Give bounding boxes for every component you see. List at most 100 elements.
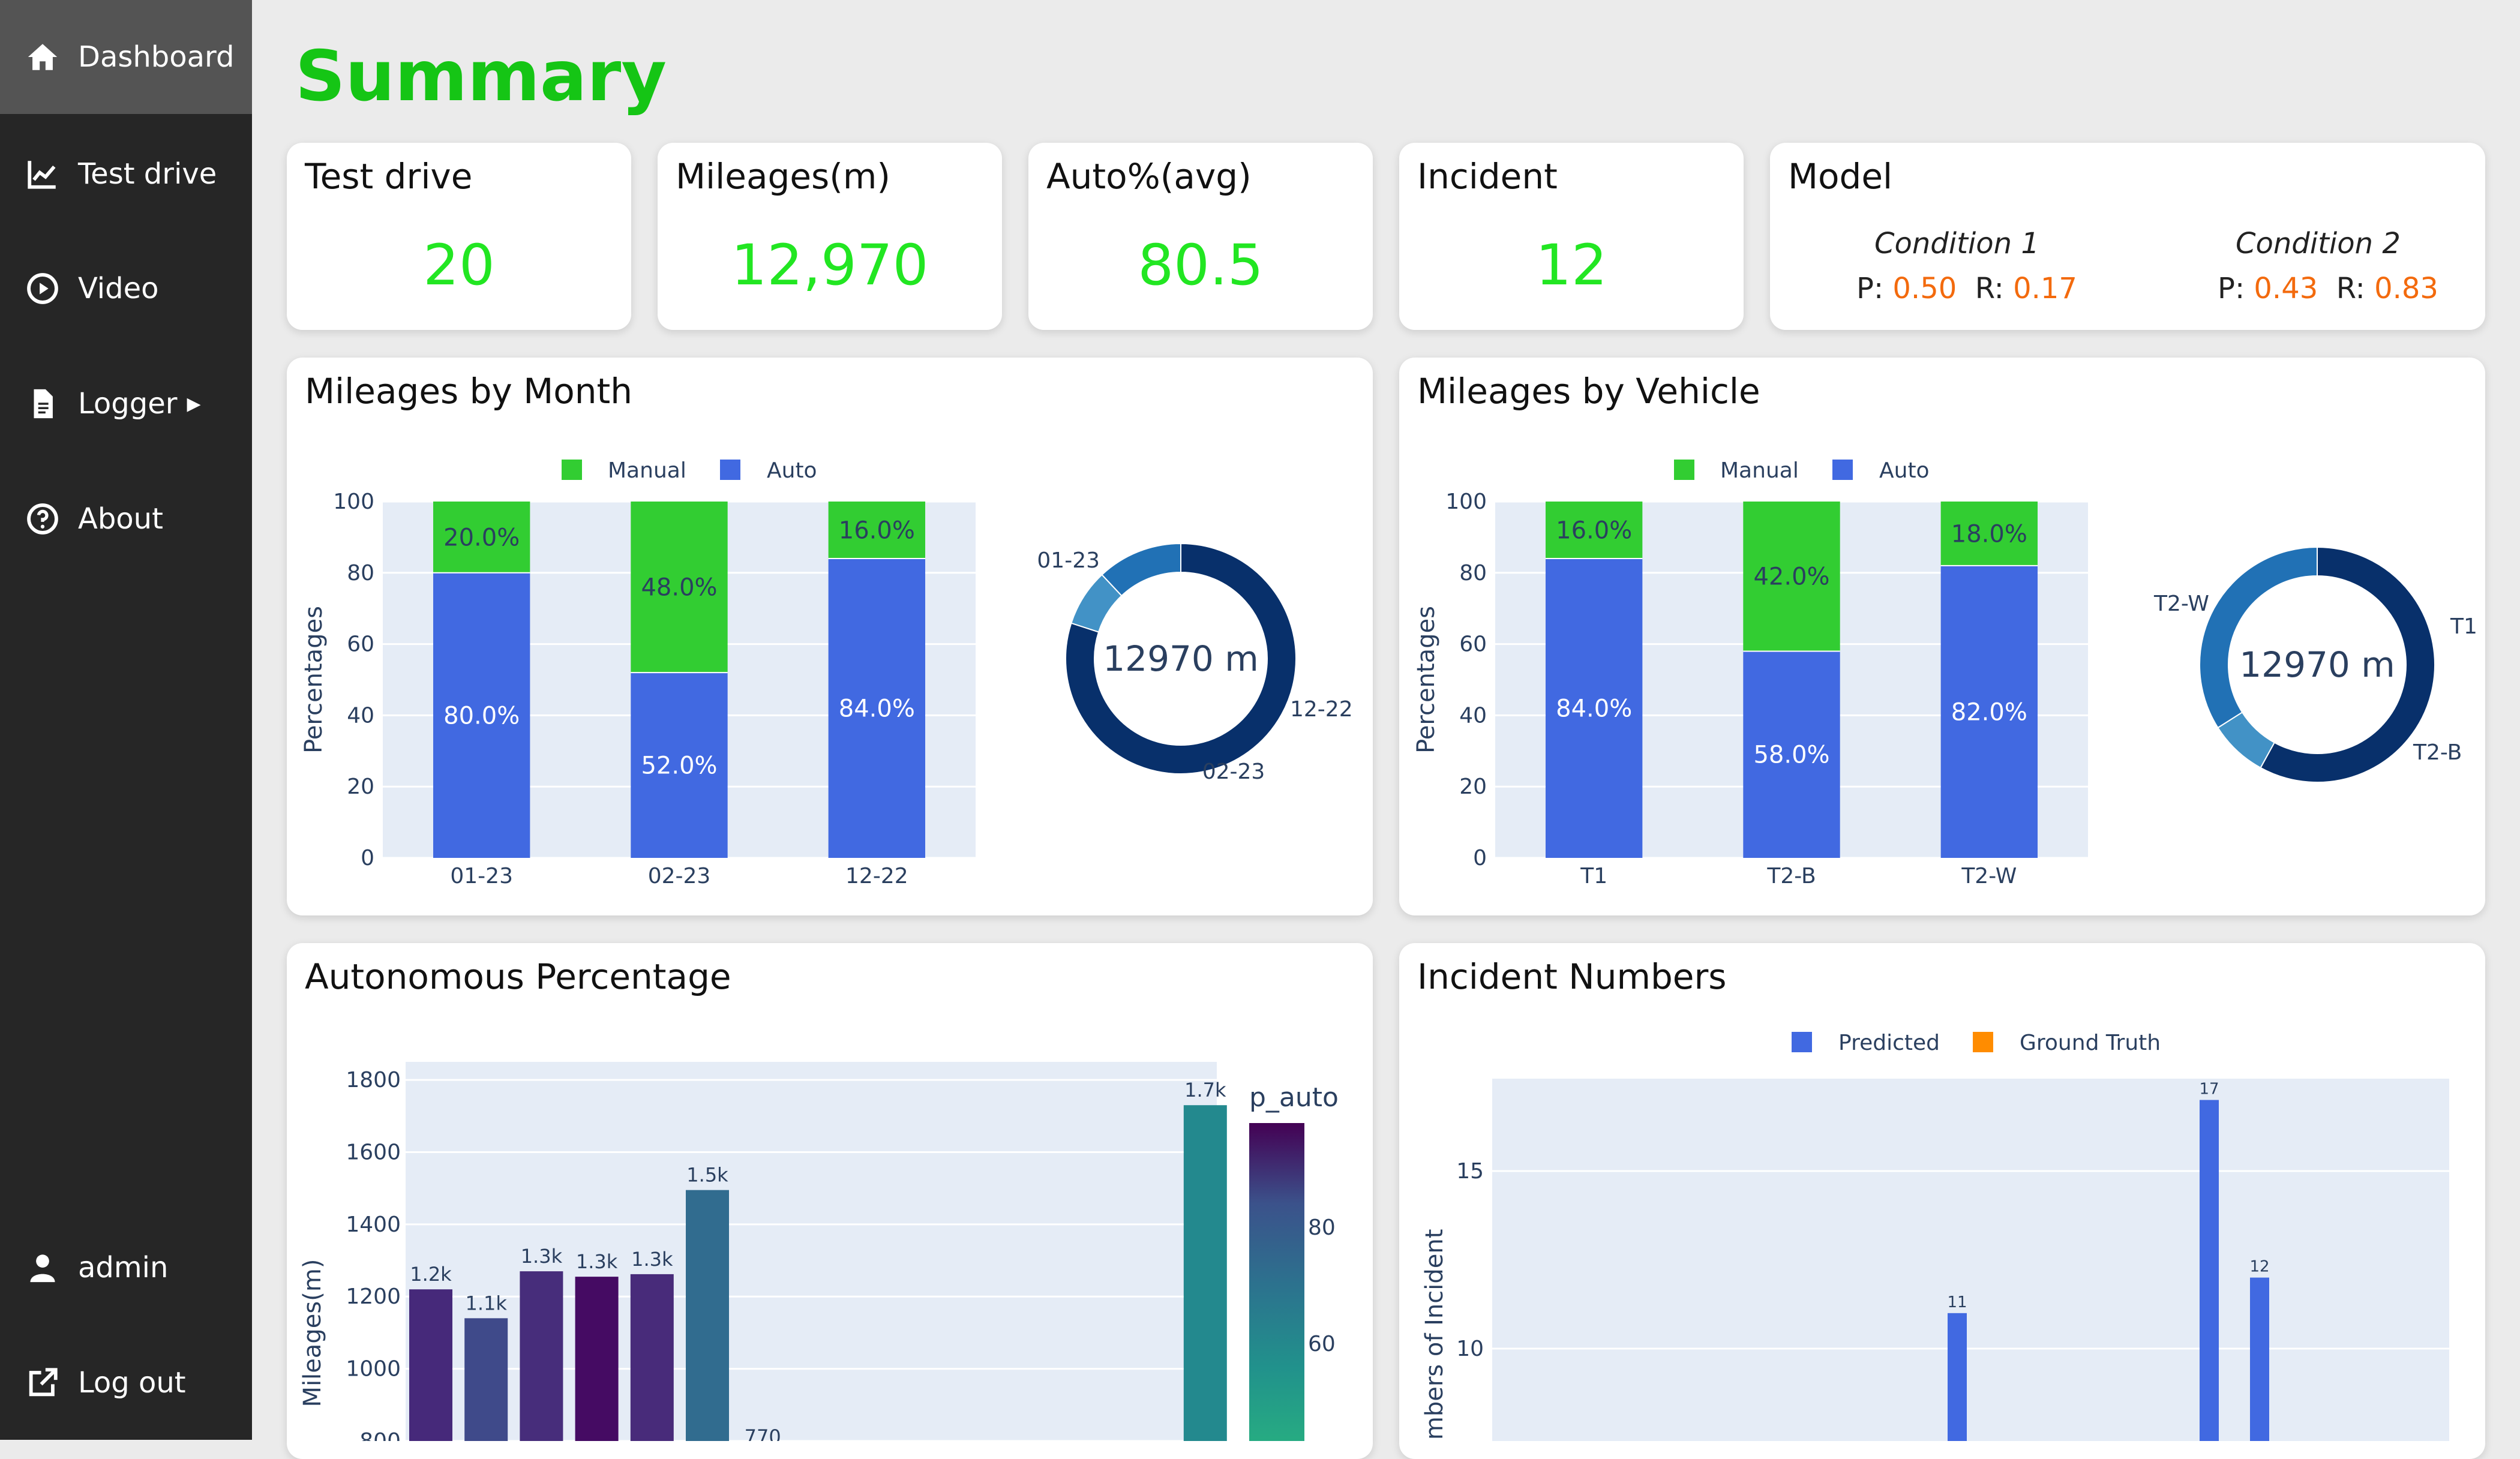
kpi-card-test-drive: Test drive 20 (287, 143, 631, 330)
kpi-title: Incident (1417, 156, 1558, 197)
colorbar (1249, 1123, 1304, 1441)
mileages-by-month-chart: 0 20 40 60 80 100 Percentages 80.0% 20.0% 01-23 52… (300, 458, 1353, 888)
kpi-value: 20 (423, 233, 495, 298)
legend-swatch-manual (562, 460, 582, 480)
bar-label-auto: 80.0% (443, 702, 520, 730)
legend-label-auto: Auto (767, 458, 817, 483)
mileages-by-vehicle-chart: 0 20 40 60 80 100 Percentages 84.0% 16.0% T1 58.0%… (1412, 458, 2477, 888)
bar-value-label: 1.5k (686, 1164, 728, 1187)
donut-slice-label: T1 (2450, 614, 2477, 639)
bar-label-manual: 42.0% (1753, 563, 1829, 591)
donut-center-label: 12970 m (1103, 638, 1258, 679)
precision-value: 0.43 (2254, 272, 2318, 305)
bar-label-auto: 82.0% (1951, 698, 2027, 726)
kpi-card-mileages: Mileages(m) 12,970 (658, 143, 1002, 330)
model-card: Model Condition 1 P: 0.50 R: 0.17 Condit… (1770, 143, 2485, 330)
bar-value-label: 17 (2199, 1080, 2219, 1098)
bar-label-manual: 16.0% (1556, 517, 1632, 545)
user-icon (30, 1254, 55, 1283)
play-circle-icon (27, 273, 58, 304)
legend-label-auto: Auto (1879, 458, 1930, 483)
bar (464, 1318, 508, 1441)
nav-about-label: About (78, 502, 163, 536)
y-tick-label: 80 (1459, 561, 1487, 586)
kpi-value: 80.5 (1138, 233, 1264, 298)
donut-center-label: 12970 m (2239, 644, 2395, 685)
bar-value-label: 12 (2249, 1258, 2269, 1276)
donut-slice-label: T2-W (2153, 592, 2209, 616)
y-axis-label: Percentages (1412, 606, 1440, 753)
legend-label-manual: Manual (608, 458, 686, 483)
nav-test-drive[interactable]: Test drive (0, 117, 252, 231)
bar (409, 1289, 452, 1441)
donut-slice (1101, 542, 1181, 597)
nav-dashboard[interactable]: Dashboard (0, 0, 252, 114)
nav-video-label: Video (78, 272, 159, 305)
user-name: admin (78, 1251, 169, 1284)
y-tick-label: 800 (359, 1429, 401, 1441)
y-tick-label: 1400 (346, 1212, 401, 1237)
bar (575, 1277, 619, 1441)
y-tick-label: 80 (347, 561, 374, 586)
mileages-by-vehicle-card: Mileages by Vehicle 0 20 40 60 80 100 Percenta… (1399, 358, 2485, 915)
bar (520, 1271, 563, 1441)
donut-slice-label: 02-23 (1202, 759, 1265, 784)
legend-label-ground-truth: Ground Truth (2020, 1031, 2161, 1055)
nav-logger[interactable]: Logger ▶ (0, 347, 252, 461)
y-tick-label: 1000 (346, 1357, 401, 1382)
kpi-card-auto-avg: Auto%(avg) 80.5 (1028, 143, 1373, 330)
condition-2-name: Condition 2 (2236, 227, 2401, 260)
bar-predicted (2200, 1100, 2219, 1441)
y-tick-label: 60 (1459, 632, 1487, 657)
y-tick-label: 1800 (346, 1068, 401, 1092)
donut-slice-label: 12-22 (1290, 697, 1353, 722)
x-tick-label: 01-23 (450, 864, 513, 888)
bar-value-label: 1.2k (410, 1263, 452, 1286)
y-tick-label: 1200 (346, 1284, 401, 1309)
x-tick-label: 02-23 (648, 864, 711, 888)
user-menu[interactable]: admin (0, 1211, 252, 1325)
bar-label-manual: 16.0% (839, 517, 915, 545)
bar-value-label: 1.3k (576, 1250, 618, 1273)
donut-slice (2199, 546, 2318, 729)
external-link-icon (29, 1368, 58, 1397)
kpi-title: Mileages(m) (676, 156, 890, 197)
condition-1-name: Condition 1 (1874, 227, 2039, 260)
bar-value-label: 11 (1947, 1293, 1967, 1311)
logout-button[interactable]: Log out (0, 1326, 252, 1440)
legend-label-predicted: Predicted (1838, 1031, 1940, 1055)
x-tick-label: T1 (1580, 864, 1607, 888)
y-tick-label: 0 (361, 846, 374, 870)
x-tick-label: 12-22 (845, 864, 908, 888)
condition-1-metrics: P: 0.50 R: 0.17 (1856, 272, 2077, 305)
bar-value-label: 1.1k (465, 1292, 507, 1314)
sidebar: Dashboard Test drive Video Logger ▶ Abou… (0, 0, 252, 1440)
legend-swatch-auto (720, 460, 740, 480)
recall-value: 0.17 (2013, 272, 2077, 305)
nav-dashboard-label: Dashboard (78, 40, 235, 74)
y-tick-label: 1600 (346, 1140, 401, 1164)
recall-value: 0.83 (2374, 272, 2438, 305)
y-tick-label: 100 (1445, 490, 1487, 514)
nav-logger-label: Logger (78, 387, 178, 421)
bar-label-auto: 84.0% (839, 695, 915, 723)
y-tick-label: 20 (1459, 774, 1487, 799)
precision-value: 0.50 (1892, 272, 1957, 305)
y-tick-label: 15 (1456, 1159, 1484, 1184)
bar-value-label: 770 (745, 1425, 781, 1441)
nav-about[interactable]: About (0, 462, 252, 576)
logout-label: Log out (78, 1366, 186, 1400)
bar (630, 1274, 674, 1441)
kpi-card-incident: Incident 12 (1399, 143, 1744, 330)
bar-label-auto: 58.0% (1753, 741, 1829, 769)
bar-label-manual: 48.0% (641, 574, 717, 602)
autonomous-percentage-card: Autonomous Percentage 800100012001400160… (287, 943, 1373, 1459)
r-label: R: (1975, 272, 2004, 305)
caret-right-icon: ▶ (187, 393, 201, 415)
legend-label-manual: Manual (1720, 458, 1799, 483)
x-tick-label: T2-W (1961, 864, 2017, 888)
nav-video[interactable]: Video (0, 232, 252, 346)
y-axis-label: Mileages(m) (299, 1259, 326, 1407)
bar-predicted (2250, 1277, 2269, 1441)
kpi-value: 12 (1535, 233, 1607, 298)
